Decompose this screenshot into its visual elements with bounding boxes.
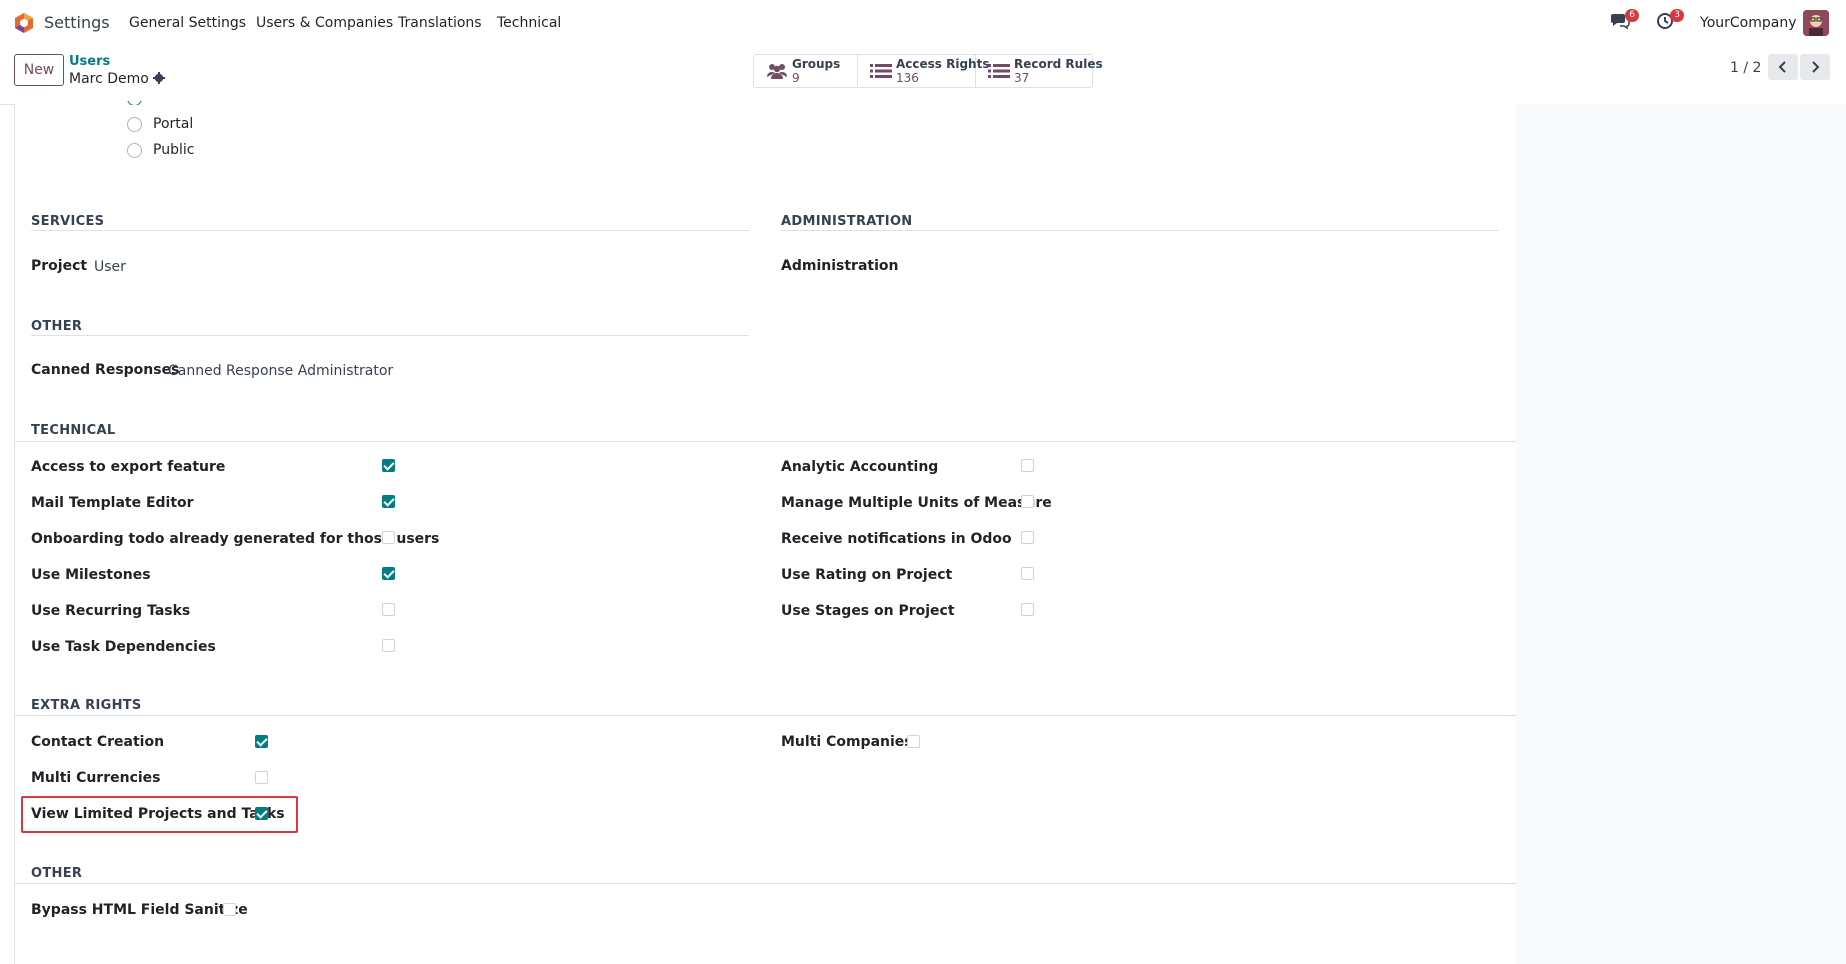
checkbox-stages-project[interactable]: [1021, 603, 1034, 616]
activities-button[interactable]: 3: [1655, 9, 1684, 34]
chevron-left-icon: [1778, 61, 1786, 73]
checkbox-multiple-uom[interactable]: [1021, 495, 1034, 508]
pager-next-button[interactable]: [1800, 54, 1830, 80]
record-rules-count: 37: [1014, 71, 1030, 85]
record-rules-label: Record Rules: [1014, 57, 1103, 71]
messages-badge: 6: [1625, 9, 1639, 22]
checkbox-multi-companies[interactable]: [907, 735, 920, 748]
control-panel: New Users Marc Demo Groups 9 Access Righ…: [0, 46, 1846, 105]
tech-left-label-5: Use Task Dependencies: [31, 639, 216, 655]
checkbox-access-export[interactable]: [382, 459, 395, 472]
menu-users-companies[interactable]: Users & Companies: [256, 15, 393, 31]
extra-left-label-0: Contact Creation: [31, 734, 165, 750]
section-title-extra-rights: EXTRA RIGHTS: [31, 698, 142, 713]
canned-responses-label: Canned Responses: [31, 362, 180, 378]
groups-smart-button[interactable]: Groups 9: [754, 55, 858, 87]
menu-general-settings[interactable]: General Settings: [129, 15, 246, 31]
tech-right-label-1: Manage Multiple Units of Measure: [781, 495, 1052, 511]
company-switcher[interactable]: YourCompany: [1700, 15, 1797, 31]
user-type-portal-label: Portal: [153, 116, 194, 132]
chatter-panel: [1516, 104, 1846, 964]
checkbox-recurring-tasks[interactable]: [382, 603, 395, 616]
groups-count: 9: [792, 71, 800, 85]
section-title-services: SERVICES: [31, 214, 105, 229]
checkbox-rating-project[interactable]: [1021, 567, 1034, 580]
tech-left-label-2: Onboarding todo already generated for th…: [31, 531, 440, 547]
other2-label-0: Bypass HTML Field Sanitize: [31, 902, 248, 918]
radio-public[interactable]: [127, 142, 142, 158]
section-title-technical: TECHNICAL: [31, 423, 116, 438]
canned-responses-value[interactable]: Canned Response Administrator: [168, 363, 393, 379]
top-navbar: Settings General Settings Users & Compan…: [0, 0, 1846, 46]
checkbox-contact-creation[interactable]: [255, 735, 268, 748]
checkbox-onboarding-todo[interactable]: [382, 531, 395, 544]
section-divider: [31, 335, 749, 336]
users-icon: [767, 64, 787, 79]
section-title-other: OTHER: [31, 319, 83, 334]
chevron-right-icon: [1812, 61, 1820, 73]
groups-label: Groups: [792, 57, 841, 71]
pager-previous-button[interactable]: [1768, 54, 1798, 80]
avatar-icon: [1803, 10, 1829, 36]
checkbox-analytic-accounting[interactable]: [1021, 459, 1034, 472]
project-label: Project: [31, 258, 88, 274]
highlight-box: [21, 796, 298, 833]
breadcrumb-users[interactable]: Users: [69, 54, 110, 69]
tech-right-label-2: Receive notifications in Odoo: [781, 531, 1012, 547]
app-name[interactable]: Settings: [44, 13, 110, 32]
user-type-radio-internal[interactable]: [127, 101, 142, 105]
activities-badge: 3: [1670, 9, 1684, 22]
odoo-logo-icon[interactable]: [14, 12, 34, 34]
checkbox-bypass-html-sanitize[interactable]: [223, 903, 236, 916]
tech-right-label-0: Analytic Accounting: [781, 459, 939, 475]
extra-right-label-0: Multi Companies: [781, 734, 913, 750]
breadcrumb-current: Marc Demo: [69, 71, 166, 87]
smart-buttons: Groups 9 Access Rights 136 Record Rules …: [753, 54, 1103, 88]
tech-right-label-4: Use Stages on Project: [781, 603, 955, 619]
tech-left-label-0: Access to export feature: [31, 459, 226, 475]
pager-value[interactable]: 1 / 2: [1730, 60, 1761, 76]
list-icon: [988, 64, 1010, 78]
section-title-administration: ADMINISTRATION: [781, 214, 913, 229]
access-rights-count: 136: [896, 71, 919, 85]
section-divider: [15, 715, 1516, 716]
user-avatar[interactable]: [1803, 10, 1829, 36]
user-type-radio-partial: [127, 101, 153, 105]
tech-left-label-4: Use Recurring Tasks: [31, 603, 191, 619]
extra-left-label-1: Multi Currencies: [31, 770, 161, 786]
user-type-portal[interactable]: Portal: [127, 116, 193, 132]
messages-button[interactable]: 6: [1610, 9, 1639, 34]
list-icon: [870, 64, 892, 78]
administration-label: Administration: [781, 258, 899, 274]
checkbox-mail-template-editor[interactable]: [382, 495, 395, 508]
section-divider: [781, 230, 1499, 231]
user-type-public[interactable]: Public: [127, 142, 194, 158]
checkbox-notifications-odoo[interactable]: [1021, 531, 1034, 544]
tech-left-label-3: Use Milestones: [31, 567, 151, 583]
checkbox-multi-currencies[interactable]: [255, 771, 268, 784]
record-name: Marc Demo: [69, 71, 149, 87]
gear-icon[interactable]: [153, 72, 166, 84]
section-divider: [31, 230, 749, 231]
checkbox-task-dependencies[interactable]: [382, 639, 395, 652]
checkbox-use-milestones[interactable]: [382, 567, 395, 580]
access-rights-smart-button[interactable]: Access Rights 136: [858, 55, 989, 87]
menu-technical[interactable]: Technical: [497, 15, 561, 31]
user-type-public-label: Public: [153, 142, 195, 158]
menu-translations[interactable]: Translations: [398, 15, 482, 31]
record-rules-smart-button[interactable]: Record Rules 37: [976, 55, 1103, 87]
section-divider: [15, 883, 1516, 884]
radio-portal[interactable]: [127, 116, 142, 132]
new-button[interactable]: New: [14, 54, 64, 86]
tech-right-label-3: Use Rating on Project: [781, 567, 953, 583]
tech-left-label-1: Mail Template Editor: [31, 495, 194, 511]
section-title-other-2: OTHER: [31, 866, 83, 881]
project-value[interactable]: User: [94, 259, 126, 275]
section-divider: [15, 441, 1516, 442]
